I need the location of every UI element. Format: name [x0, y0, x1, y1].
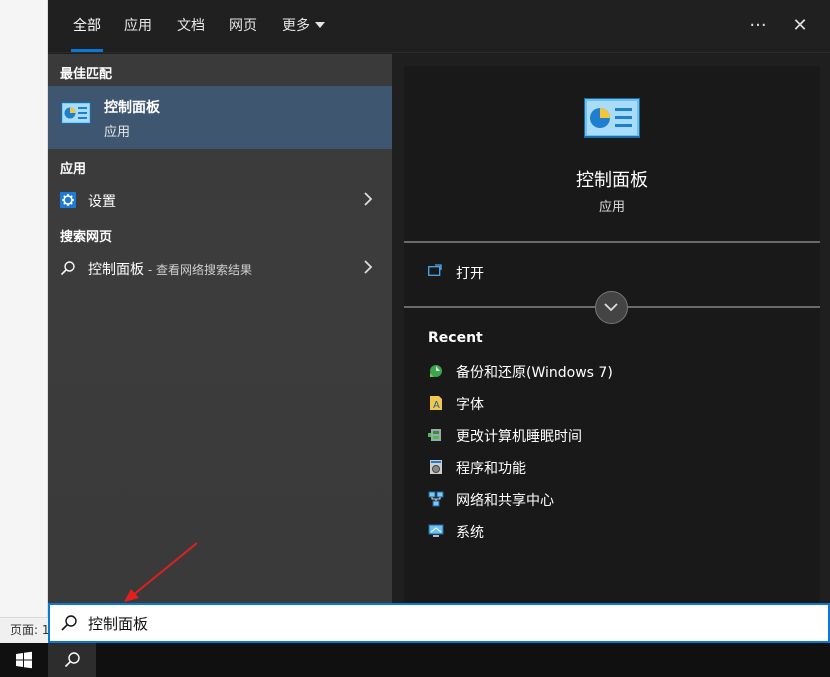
- recent-item-label: 更改计算机睡眠时间: [456, 429, 582, 445]
- web-search-label: 控制面板 - 查看网络搜索结果: [88, 259, 252, 279]
- chevron-down-icon: [604, 303, 618, 312]
- open-label: 打开: [456, 266, 484, 282]
- search-icon: [60, 261, 75, 276]
- svg-text:A: A: [433, 400, 440, 411]
- start-button[interactable]: [0, 643, 48, 677]
- recent-item-label: 系统: [456, 525, 484, 541]
- section-web: 搜索网页: [60, 230, 113, 245]
- filter-tab-bar: 全部 应用 文档 网页 更多 ··· ✕: [48, 0, 830, 53]
- best-match-title: 控制面板: [104, 100, 160, 116]
- control-panel-icon: [584, 98, 640, 138]
- taskbar-search-button[interactable]: [48, 643, 96, 677]
- chevron-down-icon: [315, 22, 325, 28]
- results-list: 最佳匹配 控制面板 应用 应用 设置 搜索网页 控制面板 - 查看网络搜索结果: [48, 54, 392, 603]
- tab-apps[interactable]: 应用: [124, 0, 152, 53]
- best-match-subtitle: 应用: [104, 125, 131, 140]
- section-best-match: 最佳匹配: [60, 67, 113, 82]
- search-icon: [61, 615, 77, 631]
- start-search-panel: 全部 应用 文档 网页 更多 ··· ✕ 最佳匹配 控制面板 应用 应用 设置 …: [48, 0, 830, 603]
- chevron-right-icon[interactable]: [362, 191, 374, 207]
- taskbar: [0, 643, 830, 677]
- recent-item[interactable]: A 字体: [404, 387, 820, 419]
- preview-pane: 控制面板 应用 打开 Recent 备份和还原(Windows 7) A 字体 …: [404, 66, 820, 603]
- tab-all[interactable]: 全部: [71, 0, 103, 53]
- recent-item-label: 程序和功能: [456, 461, 526, 477]
- web-search-suffix: - 查看网络搜索结果: [144, 263, 252, 277]
- recent-item[interactable]: 程序和功能: [404, 451, 820, 483]
- close-icon[interactable]: ✕: [786, 13, 814, 41]
- tab-documents[interactable]: 文档: [177, 0, 205, 53]
- best-match-item[interactable]: 控制面板 应用: [48, 86, 392, 149]
- app-item-settings[interactable]: 设置: [48, 183, 392, 217]
- recent-item-label: 字体: [456, 397, 484, 413]
- network-center-icon: [428, 491, 444, 507]
- expand-button[interactable]: [595, 291, 628, 324]
- open-window-icon: [428, 264, 442, 276]
- recent-header: Recent: [428, 330, 483, 346]
- search-input[interactable]: [88, 611, 688, 635]
- settings-gear-icon: [60, 192, 76, 208]
- backup-restore-icon: [430, 365, 442, 377]
- section-apps: 应用: [60, 162, 87, 177]
- open-action[interactable]: 打开: [404, 252, 820, 290]
- web-search-item[interactable]: 控制面板 - 查看网络搜索结果: [48, 251, 392, 285]
- programs-features-icon: [430, 460, 442, 474]
- power-options-icon: [428, 429, 441, 441]
- search-box[interactable]: [48, 603, 830, 643]
- tab-web[interactable]: 网页: [229, 0, 257, 53]
- app-item-label: 设置: [88, 194, 116, 210]
- preview-subtitle: 应用: [598, 200, 625, 215]
- windows-logo-icon: [16, 651, 32, 669]
- search-icon: [64, 652, 80, 668]
- fonts-icon: A: [430, 396, 442, 411]
- recent-item[interactable]: 系统: [404, 515, 820, 547]
- control-panel-icon: [61, 102, 91, 124]
- recent-item-label: 网络和共享中心: [456, 493, 554, 509]
- more-options-icon[interactable]: ···: [744, 13, 772, 41]
- system-icon: [428, 524, 444, 537]
- tab-more-label: 更多: [282, 18, 310, 34]
- background-window: [0, 0, 48, 643]
- chevron-right-icon[interactable]: [362, 259, 374, 275]
- recent-item-label: 备份和还原(Windows 7): [456, 365, 613, 381]
- divider: [404, 241, 820, 243]
- recent-item[interactable]: 网络和共享中心: [404, 483, 820, 515]
- recent-item[interactable]: 更改计算机睡眠时间: [404, 419, 820, 451]
- recent-item[interactable]: 备份和还原(Windows 7): [404, 355, 820, 387]
- preview-title: 控制面板: [576, 170, 648, 191]
- tab-more[interactable]: 更多: [282, 0, 325, 53]
- web-search-query: 控制面板: [88, 262, 144, 278]
- background-status-text: 页面: 1: [0, 617, 48, 643]
